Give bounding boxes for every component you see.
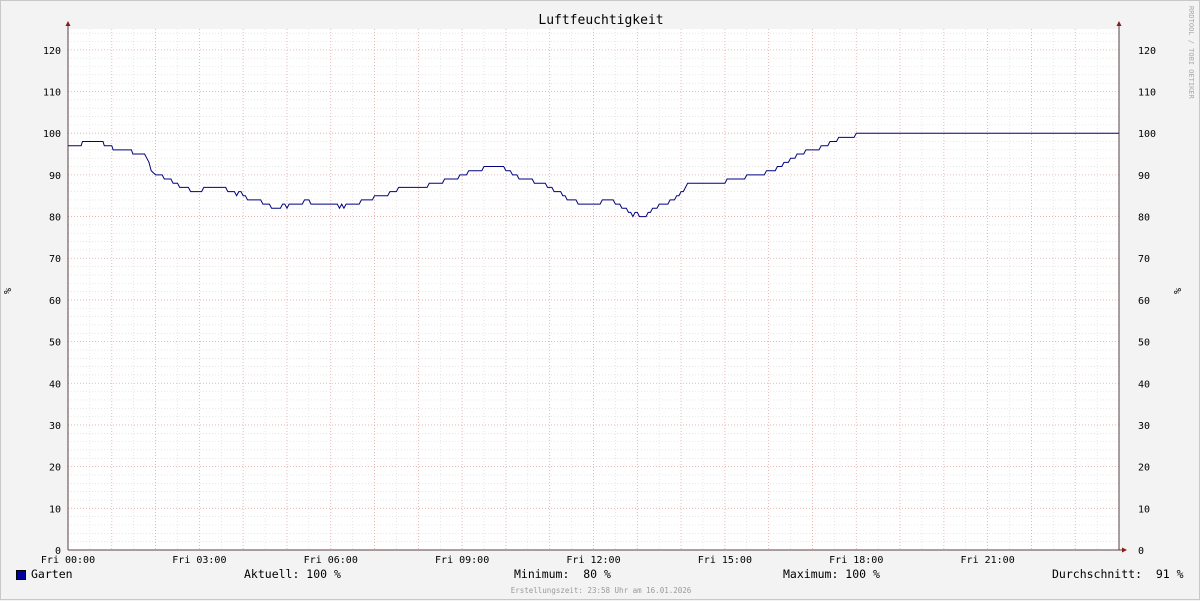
stat-average: Durchschnitt: 91 % [1052, 567, 1184, 581]
stat-minimum: Minimum: 80 % [514, 567, 611, 581]
x-tick-label: Fri 15:00 [698, 555, 752, 566]
y-tick-label-left: 40 [49, 379, 61, 390]
y-tick-label-left: 80 [49, 213, 61, 224]
y-tick-label-left: 110 [43, 88, 61, 99]
y-tick-label-left: 70 [49, 254, 61, 265]
x-axis-arrow [1122, 547, 1127, 553]
y-tick-label-left: 60 [49, 296, 61, 307]
y-tick-label-right: 20 [1138, 463, 1150, 474]
legend-swatch-garten [16, 570, 26, 580]
legend-label-garten: Garten [31, 567, 73, 581]
y-tick-label-right: 50 [1138, 338, 1150, 349]
x-tick-label: Fri 03:00 [172, 555, 226, 566]
y-tick-label-left: 90 [49, 171, 61, 182]
y-tick-label-right: 80 [1138, 213, 1150, 224]
humidity-chart: 0 10 20 30 40 50 60 70 80 90 100 110 120 0 10 20 30 40 50… [3, 6, 1195, 566]
x-tick-label: Fri 21:00 [961, 555, 1015, 566]
y-tick-label-right: 100 [1138, 129, 1156, 140]
y-tick-label-left: 10 [49, 504, 61, 515]
x-tick-label: Fri 09:00 [435, 555, 489, 566]
y-tick-label-left: 50 [49, 338, 61, 349]
y-tick-label-left: 20 [49, 463, 61, 474]
y-tick-label-right: 10 [1138, 504, 1150, 515]
y-ticks-left: 0102030405060708090100110120 [43, 46, 61, 557]
y-tick-label-left: 30 [49, 421, 61, 432]
y-tick-label-right: 70 [1138, 254, 1150, 265]
creation-time-footer: Erstellungszeit: 23:58 Uhr am 16.01.2026 [510, 586, 692, 595]
y-tick-label-right: 90 [1138, 171, 1150, 182]
rrdtool-watermark: RRDTOOL / TOBI OETIKER [1187, 6, 1195, 100]
y-axis-label-right: % [1173, 288, 1184, 294]
x-tick-label: Fri 06:00 [304, 555, 358, 566]
y-tick-label-left: 100 [43, 129, 61, 140]
y-tick-label-right: 40 [1138, 379, 1150, 390]
y-tick-label-right: 0 [1138, 546, 1144, 557]
y-tick-label-right: 120 [1138, 46, 1156, 57]
legend: Garten Aktuell: 100 % Minimum: 80 % Maxi… [1, 567, 1200, 585]
stat-current: Aktuell: 100 % [244, 567, 341, 581]
x-tick-label: Fri 18:00 [829, 555, 883, 566]
y-axis-label-left: % [3, 288, 14, 294]
y-ticks-right: 0 10 20 30 40 50 60 70 80 90 100 110 120 [1138, 46, 1156, 557]
chart-frame: 0 10 20 30 40 50 60 70 80 90 100 110 120 0 10 20 30 40 50… [0, 0, 1200, 600]
y-tick-label-right: 60 [1138, 296, 1150, 307]
y-tick-label-right: 30 [1138, 421, 1150, 432]
y-axis-right-arrow [1116, 21, 1122, 26]
y-tick-label-left: 120 [43, 46, 61, 57]
y-axis-left-arrow [65, 21, 71, 26]
x-ticks: Fri 00:00 Fri 03:00 Fri 06:00 Fri 09:00 Fri … [41, 555, 1015, 566]
stat-maximum: Maximum: 100 % [783, 567, 880, 581]
y-tick-label-right: 110 [1138, 88, 1156, 99]
x-tick-label: Fri 12:00 [566, 555, 620, 566]
chart-title: Luftfeuchtigkeit [538, 13, 663, 28]
x-tick-label: Fri 00:00 [41, 555, 95, 566]
